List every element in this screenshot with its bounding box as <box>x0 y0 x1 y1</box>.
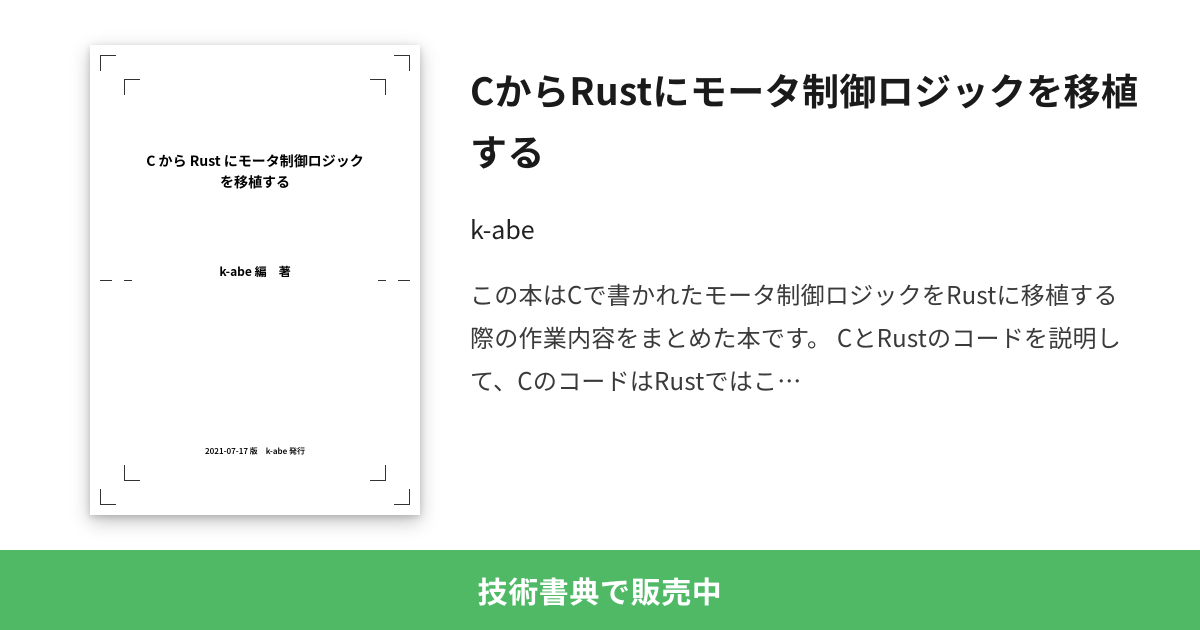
crop-tick-icon <box>124 280 132 281</box>
book-description: この本はCで書かれたモータ制御ロジックをRustに移植する際の作業内容をまとめた… <box>470 273 1140 401</box>
crop-mark-icon <box>100 55 116 71</box>
cover-meta: 2021-07-17 版 k-abe 発行 <box>205 446 305 457</box>
book-author: k-abe <box>470 211 1140 247</box>
book-cover: C から Rust にモータ制御ロジックを移植する k-abe 編 著 2021… <box>90 45 420 515</box>
book-cover-wrapper: C から Rust にモータ制御ロジックを移植する k-abe 編 著 2021… <box>90 45 420 515</box>
book-title: CからRustにモータ制御ロジックを移植する <box>470 59 1140 181</box>
crop-mark-icon <box>100 489 116 505</box>
crop-tick-icon <box>100 280 112 281</box>
crop-mark-icon <box>394 489 410 505</box>
cover-inner: C から Rust にモータ制御ロジックを移植する k-abe 編 著 2021… <box>136 91 374 469</box>
cover-title: C から Rust にモータ制御ロジックを移植する <box>146 151 364 193</box>
card-content: C から Rust にモータ制御ロジックを移植する k-abe 編 著 2021… <box>0 0 1200 550</box>
sale-banner: 技術書典で販売中 <box>0 550 1200 630</box>
cover-author: k-abe 編 著 <box>219 263 290 280</box>
sale-banner-label: 技術書典で販売中 <box>478 568 723 612</box>
book-info: CからRustにモータ制御ロジックを移植する k-abe この本はCで書かれたモ… <box>470 45 1140 401</box>
crop-tick-icon <box>398 280 410 281</box>
crop-tick-icon <box>378 280 386 281</box>
crop-mark-icon <box>394 55 410 71</box>
